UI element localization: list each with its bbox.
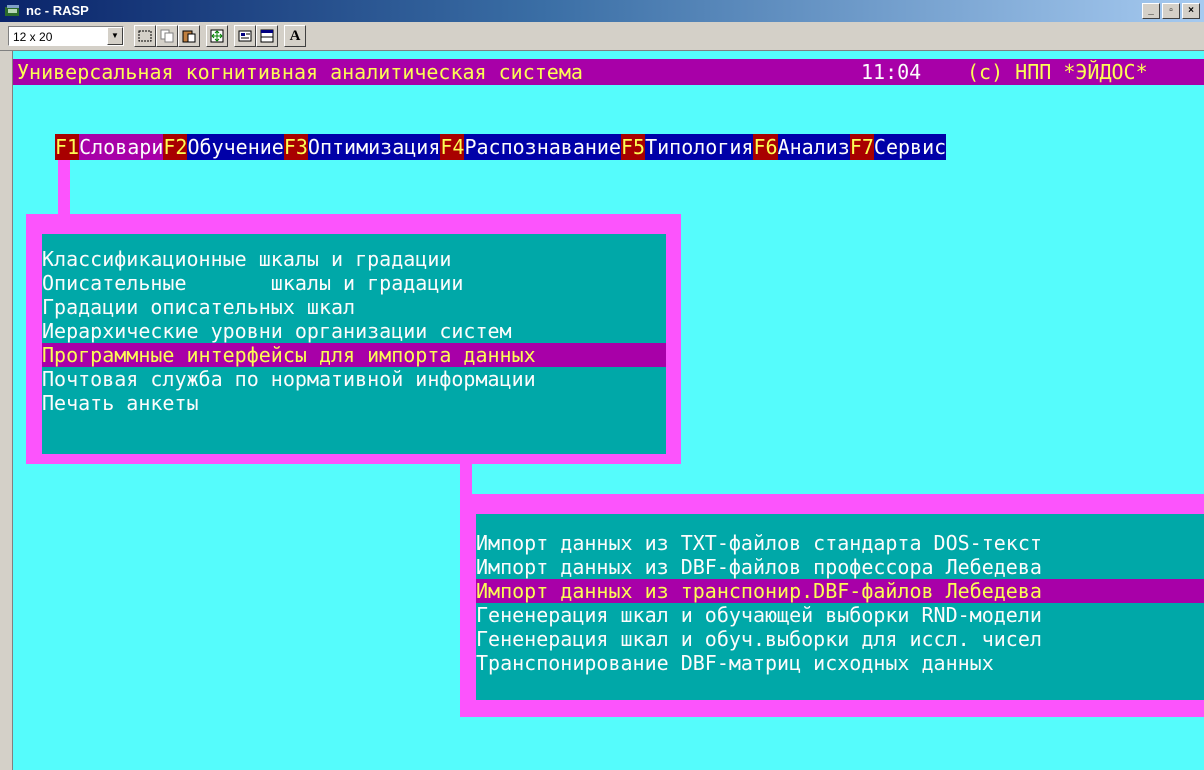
system-title: Универсальная когнитивная аналитическая … (17, 60, 583, 84)
window-title: nc - RASP (26, 3, 89, 18)
menu-label: Словари (79, 134, 164, 160)
mark-button[interactable] (134, 25, 156, 47)
menu-item-training[interactable]: F2 Обучение (163, 134, 284, 160)
submenu-item-class-scales[interactable]: Классификационные шкалы и градации (42, 247, 666, 271)
submenu-dictionaries-body: Классификационные шкалы и градации Описа… (42, 234, 666, 454)
window-left-frame (0, 51, 13, 770)
menu-label: Распознавание (464, 135, 621, 159)
menu-item-recognition[interactable]: F4 Распознавание (440, 134, 621, 160)
submenu-item-import-txt[interactable]: Импорт данных из TXT-файлов стандарта DO… (476, 531, 1204, 555)
chevron-down-icon[interactable]: ▼ (107, 27, 123, 45)
fkey-label: F4 (440, 134, 465, 160)
fkey-label: F5 (621, 134, 646, 160)
submenu-item-import-transposed-dbf[interactable]: Импорт данных из транспонир.DBF-файлов Л… (476, 579, 1204, 603)
fullscreen-icon (210, 29, 224, 43)
fkey-label: F2 (163, 134, 188, 160)
properties-button[interactable] (234, 25, 256, 47)
menu-item-dictionaries[interactable]: F1 Словари (55, 134, 164, 160)
clock: 11:04 (861, 60, 922, 84)
fkey-label: F7 (849, 134, 874, 160)
submenu-item-import-interfaces[interactable]: Программные интерфейсы для импорта данны… (42, 343, 666, 367)
minimize-button[interactable]: _ (1142, 3, 1160, 19)
submenu-item-generate-rnd[interactable]: Гененерация шкал и обучающей выборки RND… (476, 603, 1204, 627)
submenu-item-descr-scales[interactable]: Описательные шкалы и градации (42, 271, 666, 295)
fkey-label: F6 (753, 134, 778, 160)
submenu-dictionaries: Классификационные шкалы и градации Описа… (26, 214, 681, 464)
menu-label: Сервис (873, 135, 947, 159)
submenu-import-body: Импорт данных из TXT-файлов стандарта DO… (476, 514, 1204, 700)
submenu-item-generate-numbers[interactable]: Гененерация шкал и обуч.выборки для иссл… (476, 627, 1204, 651)
window-icon (260, 29, 274, 43)
font-size-select[interactable]: 12 x 20 ▼ (8, 26, 124, 46)
paste-button[interactable] (178, 25, 200, 47)
font-button[interactable]: A (284, 25, 306, 47)
maximize-button[interactable]: ▫ (1162, 3, 1180, 19)
main-menu-bar: F1 Словари F2 Обучение F3 Оптимизация F4 Рас… (55, 134, 947, 160)
background-button[interactable] (256, 25, 278, 47)
menu-label: Типология (645, 135, 754, 159)
submenu-item-print-form[interactable]: Печать анкеты (42, 391, 666, 415)
copy-icon (160, 29, 174, 43)
submenu-item-descr-gradations[interactable]: Градации описательных шкал (42, 295, 666, 319)
paste-icon (182, 30, 196, 43)
window-titlebar[interactable]: nc - RASP _ ▫ × (0, 0, 1204, 22)
menu-item-optimization[interactable]: F3 Оптимизация (283, 134, 441, 160)
menu-label: Анализ (777, 135, 850, 159)
submenu-item-mail-service[interactable]: Почтовая служба по нормативной информаци… (42, 367, 666, 391)
console-screen[interactable]: Универсальная когнитивная аналитическая … (13, 51, 1204, 770)
properties-icon (238, 30, 252, 42)
submenu-item-import-dbf[interactable]: Импорт данных из DBF-файлов профессора Л… (476, 555, 1204, 579)
menu-label: Оптимизация (307, 135, 441, 159)
fullscreen-button[interactable] (206, 25, 228, 47)
fkey-label: F1 (55, 134, 80, 160)
menu-item-service[interactable]: F7 Сервис (849, 134, 947, 160)
menu-item-typology[interactable]: F5 Типология (621, 134, 753, 160)
app-icon (5, 5, 19, 16)
mark-icon (138, 30, 152, 42)
submenu-import: Импорт данных из TXT-файлов стандарта DO… (460, 494, 1204, 717)
submenu-item-transpose-dbf[interactable]: Транспонирование DBF-матриц исходных дан… (476, 651, 1204, 675)
close-button[interactable]: × (1182, 3, 1200, 19)
submenu-item-hierarchy-levels[interactable]: Иерархические уровни организации систем (42, 319, 666, 343)
font-size-value: 12 x 20 (13, 30, 53, 44)
window-controls: _ ▫ × (1142, 3, 1200, 19)
menu-label: Обучение (187, 135, 284, 159)
console-toolbar: 12 x 20 ▼ A (0, 22, 1204, 51)
menu-item-analysis[interactable]: F6 Анализ (753, 134, 850, 160)
fkey-label: F3 (283, 134, 308, 160)
copy-button[interactable] (156, 25, 178, 47)
status-bar: Универсальная когнитивная аналитическая … (13, 59, 1204, 85)
copyright: (c) НПП *ЭЙДОС* (967, 60, 1148, 84)
